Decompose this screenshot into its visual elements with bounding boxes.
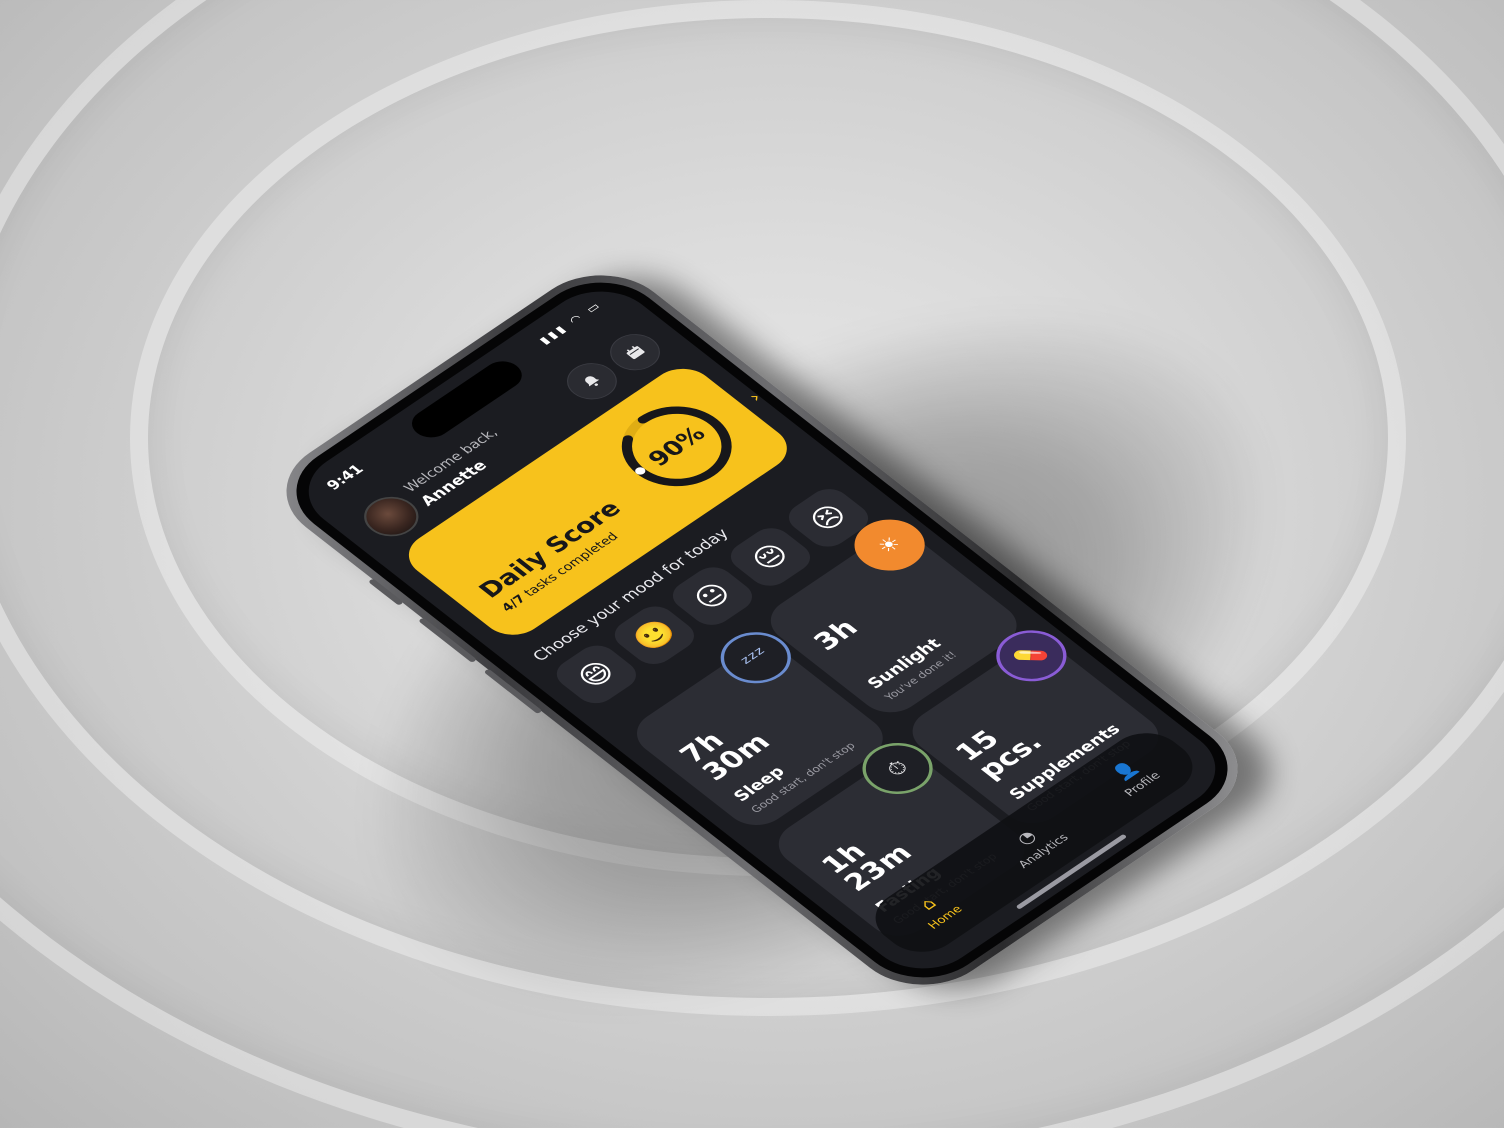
smiling-face-icon: 🙂	[625, 614, 684, 657]
bell-icon	[585, 376, 600, 387]
daily-score-percent: 90%	[642, 421, 712, 471]
tab-analytics[interactable]: ◔ Analytics	[996, 816, 1071, 870]
grinning-face-icon: 😄	[569, 655, 623, 694]
sunlight-value: 3h	[806, 613, 865, 656]
tab-profile[interactable]: 👤 Profile	[1102, 754, 1163, 798]
home-icon: ⌂	[915, 894, 941, 914]
status-time: 9:41	[322, 461, 368, 494]
pie-chart-icon: ◔	[1011, 826, 1041, 849]
pensive-face-icon: 😔	[744, 537, 797, 577]
tab-home[interactable]: ⌂ Home	[905, 888, 964, 931]
calendar-icon	[626, 346, 645, 360]
daily-score-ring: 90%	[589, 382, 765, 510]
neutral-face-icon: 😐	[685, 576, 739, 616]
frowning-face-icon: 😣	[802, 498, 855, 538]
